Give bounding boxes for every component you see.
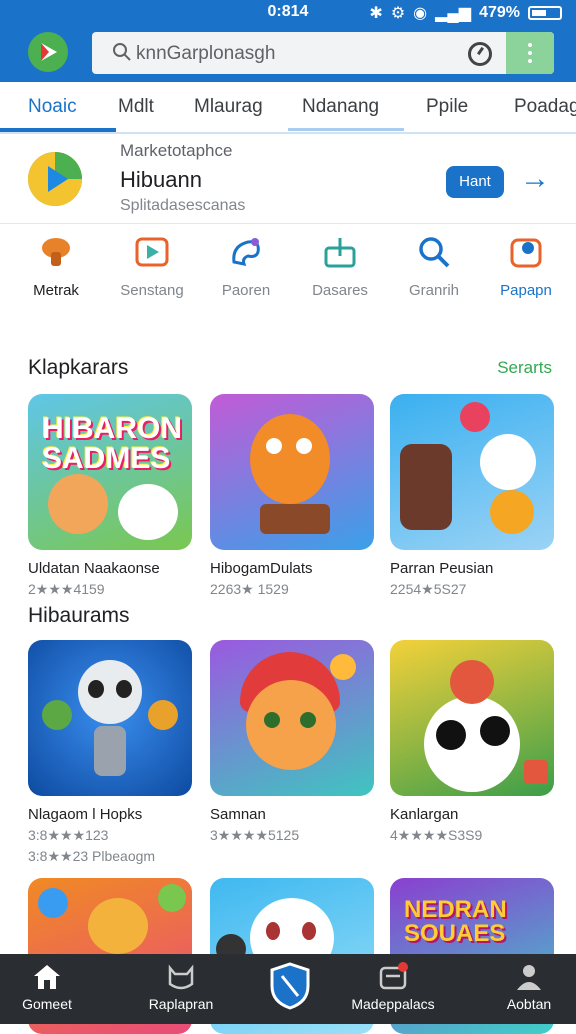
tab-6[interactable]: Poadag — [514, 96, 576, 118]
search-bar[interactable]: knnGarplonasgh — [92, 32, 554, 74]
category-5[interactable]: Granrih — [386, 234, 482, 299]
category-3[interactable]: Paoren — [198, 234, 294, 299]
app-card[interactable]: Kanlargan 4★★★★S3S9 — [390, 640, 554, 844]
person-icon — [517, 965, 541, 990]
location-icon — [510, 238, 542, 268]
home-icon — [34, 965, 60, 989]
app-title: Samnan — [210, 806, 266, 823]
app-title: Parran Peusian — [390, 560, 494, 577]
tab-4[interactable]: Ndanang — [302, 96, 379, 118]
app-rating: 3★★★★5125 — [210, 827, 300, 843]
nav-second[interactable]: Raplapran — [126, 962, 236, 1012]
featured-subtitle: Splitadasescanas — [120, 197, 246, 214]
tab-2[interactable]: Mdlt — [118, 96, 154, 118]
category-row: Metrak Senstang Paoren Dasares Granrih P… — [0, 234, 576, 314]
thumbnail-text: NEDRAN SOUAES — [404, 896, 507, 947]
app-thumbnail: HIBARON SADMES — [28, 394, 192, 550]
play-frame-icon — [135, 237, 169, 267]
app-card[interactable]: HibogamDulats 2263★ 1529 — [210, 394, 374, 598]
search-icon — [113, 43, 131, 61]
battery-icon — [528, 6, 562, 20]
see-all-link[interactable]: Serarts — [497, 358, 552, 378]
active-tab-indicator — [0, 128, 116, 132]
category-6[interactable]: Papapn — [478, 234, 574, 299]
category-4[interactable]: Dasares — [292, 234, 388, 299]
tab-5[interactable]: Ppile — [426, 96, 468, 118]
tab-1[interactable]: Noaic — [28, 96, 77, 118]
app-card[interactable]: Samnan 3★★★★5125 — [210, 640, 374, 844]
app-title: Nlagaom l Hopks — [28, 806, 143, 823]
mushroom-icon — [42, 238, 70, 266]
palette-icon — [232, 238, 260, 266]
category-2[interactable]: Senstang — [104, 234, 200, 299]
app-rating: 2263★ 1529 — [210, 581, 289, 597]
app-rating: 3:8★★★123 — [28, 827, 109, 843]
bluetooth-icon: ✱ — [369, 5, 383, 22]
app-title: Uldatan Naakaonse — [28, 560, 160, 577]
app-bar: knnGarplonasgh — [0, 26, 576, 82]
app-rating: 4★★★★S3S9 — [390, 827, 483, 843]
category-1[interactable]: Metrak — [8, 234, 104, 299]
more-menu-button[interactable] — [506, 32, 554, 74]
app-thumbnail — [210, 394, 374, 550]
app-meta: 3:8★★23 Plbeaogm — [28, 848, 156, 864]
battery-percent: 479% — [479, 4, 520, 21]
featured-name: Hibuann — [120, 167, 202, 192]
app-card[interactable]: HIBARON SADMES Uldatan Naakaonse 2★★★415… — [28, 394, 192, 598]
app-title: Kanlargan — [390, 806, 459, 823]
featured-kicker: Marketotaphce — [120, 141, 233, 160]
signal-icon: ▂▄▆ — [435, 5, 472, 22]
status-bar: 0:814 ✱ ⚙ ◉ ▂▄▆ 479% — [0, 0, 576, 26]
featured-app-icon — [28, 152, 82, 206]
app-rating: 2★★★4159 — [28, 581, 105, 597]
app-card[interactable]: Parran Peusian 2254★5S27 — [390, 394, 554, 598]
app-title: HibogamDulats — [210, 560, 313, 577]
app-rating: 2254★5S27 — [390, 581, 467, 597]
status-icons: ✱ ⚙ ◉ ▂▄▆ 479% — [369, 3, 562, 23]
app-thumbnail — [390, 640, 554, 796]
section-title: Klapkarars — [28, 356, 129, 379]
nav-home[interactable]: Gomeet — [0, 962, 102, 1012]
search-icon — [419, 237, 450, 268]
settings-icon: ⚙ — [390, 5, 406, 22]
thumbnail-text: HIBARON SADMES — [42, 412, 182, 475]
nav-account[interactable]: Aobtan — [474, 962, 576, 1012]
timer-icon[interactable] — [468, 42, 492, 66]
arrow-right-icon[interactable]: → — [520, 162, 550, 196]
featured-app[interactable]: Marketotaphce Hibuann Splitadasescanas H… — [0, 134, 576, 224]
app-thumbnail — [210, 640, 374, 796]
top-tabs: Noaic Mdlt Mlaurag Ndanang Ppile Poadag — [0, 82, 576, 134]
upload-icon — [324, 238, 356, 268]
tab-3[interactable]: Mlaurag — [194, 96, 263, 118]
store-logo-icon[interactable] — [28, 32, 68, 72]
cat-icon — [168, 964, 194, 990]
app-card[interactable]: Nlagaom l Hopks 3:8★★★123 3:8★★23 Plbeao… — [28, 640, 192, 865]
app-thumbnail — [390, 394, 554, 550]
search-input[interactable]: knnGarplonasgh — [136, 43, 275, 65]
section-title: Hibaurams — [28, 604, 130, 627]
app-thumbnail — [28, 640, 192, 796]
nav-marketplace[interactable]: Madeppalacs — [338, 962, 448, 1012]
tab-indicator-secondary — [288, 128, 404, 131]
store-icon — [379, 962, 408, 990]
featured-install-button[interactable]: Hant — [446, 166, 504, 198]
alarm-icon: ◉ — [413, 5, 428, 22]
shield-icon[interactable] — [268, 962, 312, 1010]
